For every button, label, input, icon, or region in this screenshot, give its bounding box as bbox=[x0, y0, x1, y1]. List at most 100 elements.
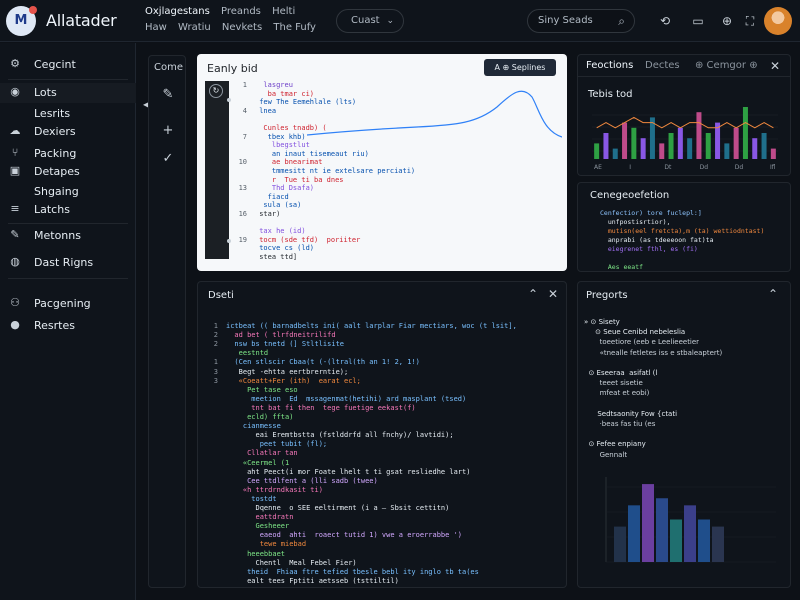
divider bbox=[8, 223, 128, 224]
breakpoint-dot[interactable] bbox=[227, 98, 231, 102]
branch-icon: ⑂ bbox=[11, 146, 19, 159]
menu-item[interactable]: Helti bbox=[272, 6, 295, 17]
line-number: 19 bbox=[238, 235, 247, 244]
sidebar-item-label: Resrtes bbox=[34, 319, 75, 332]
property-bar bbox=[712, 526, 724, 562]
sidebar-item-dexiers[interactable]: ☁ Dexiers bbox=[0, 122, 136, 142]
mini-bar bbox=[677, 127, 683, 159]
chevron-up-icon[interactable]: ⌃ bbox=[768, 287, 778, 301]
environment-select[interactable]: Cuast ⌄ bbox=[336, 9, 404, 33]
mini-bar bbox=[705, 133, 711, 159]
sidebar-item-lesrits[interactable]: Lesrits bbox=[0, 104, 136, 124]
tab-functions[interactable]: Feoctions bbox=[586, 60, 633, 71]
output-line: ictbeat (( barnadbelts ini( aalt larplar… bbox=[226, 322, 517, 330]
close-icon[interactable]: ✕ bbox=[770, 59, 780, 73]
editor-card: Eanly bid A ⊕ Seplines ↻ 1 lasgreu ba tm… bbox=[197, 54, 567, 271]
menu-item[interactable]: The Fufy bbox=[273, 22, 316, 33]
output-line: aht Peect(i mor Foate lhelt t ti gsat re… bbox=[226, 467, 471, 476]
config-line: mutisn(eel fretcta),m (ta) wettiodntast) bbox=[600, 227, 765, 235]
property-line[interactable]: teeet sisetie bbox=[584, 379, 643, 387]
properties-panel: Pregorts ⌃ » ⊙ Sisety ⊙ Seue Cenibd nebe… bbox=[577, 281, 791, 588]
environment-select-value: Cuast bbox=[351, 15, 380, 26]
sidebar-item-dast-rigns[interactable]: ◍ Dast Rigns bbox=[0, 253, 136, 273]
chevron-down-icon: ⌄ bbox=[386, 16, 394, 26]
mini-tick-label: I bbox=[629, 164, 631, 171]
pencil-icon[interactable]: ✎ bbox=[159, 86, 177, 104]
output-line: «h ttrdrndkasit ti) bbox=[226, 485, 323, 494]
menu-item[interactable]: Haw bbox=[145, 22, 167, 33]
line-number: 1 bbox=[242, 81, 247, 89]
top-menu-secondary: Haw Wratiu Nevkets The Fufy bbox=[145, 22, 324, 33]
line-number: 13 bbox=[238, 184, 247, 193]
sidebar-item-metonns[interactable]: ✎ Metonns bbox=[0, 226, 136, 246]
line-number: 2 bbox=[213, 331, 218, 340]
list-icon: ≡ bbox=[10, 202, 20, 215]
mini-bar bbox=[640, 138, 646, 159]
config-line: eiegrenet fthl, es (fi) bbox=[600, 245, 698, 253]
property-line[interactable]: «tnealle fetletes iss e stbaleaptert) bbox=[584, 349, 723, 357]
tab-dectes[interactable]: Dectes bbox=[645, 60, 680, 71]
expand-icon[interactable]: ⛶ bbox=[741, 12, 759, 30]
menu-item[interactable]: Oxjlagestans bbox=[145, 6, 210, 17]
globe-icon[interactable]: ⊕ bbox=[718, 12, 736, 30]
property-line[interactable]: ⊙ Fefee enpiany bbox=[584, 440, 645, 448]
property-line[interactable]: toeetiore (eeb e Leelieeetier bbox=[584, 338, 700, 346]
breakpoint-dot[interactable] bbox=[227, 239, 231, 243]
code-line: sula (sa) bbox=[255, 201, 302, 210]
property-line[interactable]: ⊙ Eseeraa asifatl (l bbox=[584, 369, 657, 377]
code-line: Thd Dsafa) bbox=[255, 184, 315, 193]
tab-cemgor[interactable]: ⊕ Cemgor ⊕ bbox=[695, 60, 758, 71]
sidebar-item-cegcint[interactable]: ⚙ Cegcint bbox=[0, 55, 136, 75]
output-line: heeebbaet bbox=[226, 549, 286, 558]
add-icon[interactable]: + bbox=[159, 122, 177, 140]
globe-icon: ◍ bbox=[10, 255, 20, 268]
property-bar bbox=[614, 526, 626, 562]
property-line[interactable]: ⊙ Seue Cenibd nebeleslia bbox=[584, 328, 685, 336]
sidebar-item-packing[interactable]: ⑂ Packing bbox=[0, 144, 136, 164]
chevron-up-icon[interactable]: ⌃ bbox=[528, 287, 538, 301]
code-line: star) bbox=[255, 210, 281, 218]
property-line[interactable]: Gennalt bbox=[584, 451, 628, 459]
output-line: eattdratn bbox=[226, 513, 294, 522]
property-line[interactable]: Sedtsaonity Fow {ctati bbox=[584, 410, 677, 418]
menu-item[interactable]: Preands bbox=[221, 6, 261, 17]
chat-icon[interactable]: ▭ bbox=[689, 12, 707, 30]
config-title: Cenegeoefetion bbox=[590, 190, 670, 201]
sidebar-item-pacgening[interactable]: ⚇ Pacgening bbox=[0, 294, 136, 314]
property-line[interactable]: ·beas fas tiu (es bbox=[584, 420, 656, 428]
mini-bar bbox=[668, 133, 674, 159]
line-number: 3 bbox=[213, 376, 218, 385]
user-avatar[interactable] bbox=[764, 7, 792, 35]
code-line: lasgreu bbox=[255, 81, 293, 89]
property-bar bbox=[642, 484, 654, 562]
property-line[interactable]: mfeat et eobi) bbox=[584, 389, 650, 397]
output-line: ealt tees Fptiti aetsseb (tsttiltil) bbox=[226, 576, 399, 585]
mini-tick-label: AE bbox=[594, 164, 602, 171]
trend-curve bbox=[307, 90, 562, 138]
sidebar-item-latchs[interactable]: ≡ Latchs bbox=[0, 200, 136, 220]
property-bar bbox=[656, 498, 668, 562]
mini-bar bbox=[696, 112, 702, 159]
mini-bar bbox=[733, 127, 739, 159]
search-input[interactable]: Siny Seads ⌕ bbox=[527, 9, 635, 33]
sidebar-item-detapes[interactable]: ▣ Detapes bbox=[0, 162, 136, 182]
mini-bar-chart: AE I Dt Dd Dd Ifl bbox=[592, 107, 778, 171]
line-number: 16 bbox=[238, 210, 247, 218]
close-icon[interactable]: ✕ bbox=[548, 287, 558, 301]
property-line[interactable]: » ⊙ Sisety bbox=[584, 318, 620, 326]
sidebar-item-shgaing[interactable]: Shgaing bbox=[0, 182, 136, 202]
mini-bar bbox=[659, 143, 665, 159]
mini-bar bbox=[687, 138, 693, 159]
refresh-icon[interactable]: ↻ bbox=[209, 84, 223, 98]
editor-action-button[interactable]: A ⊕ Seplines bbox=[484, 59, 556, 76]
property-bar bbox=[698, 519, 710, 562]
output-line: ecld) ffta) bbox=[226, 413, 294, 421]
menu-item[interactable]: Wratiu bbox=[178, 22, 211, 33]
sidebar-item-lots[interactable]: ◉ Lots bbox=[0, 83, 136, 103]
history-icon[interactable]: ⟲ bbox=[656, 12, 674, 30]
sidebar-item-resrtes[interactable]: ● Resrtes bbox=[0, 316, 136, 336]
config-line: Aes eeatf bbox=[600, 263, 644, 271]
menu-item[interactable]: Nevkets bbox=[222, 22, 262, 33]
check-icon[interactable]: ✓ bbox=[159, 150, 177, 168]
output-line: nsw bs tnetd (] Stltlisite bbox=[226, 340, 345, 349]
